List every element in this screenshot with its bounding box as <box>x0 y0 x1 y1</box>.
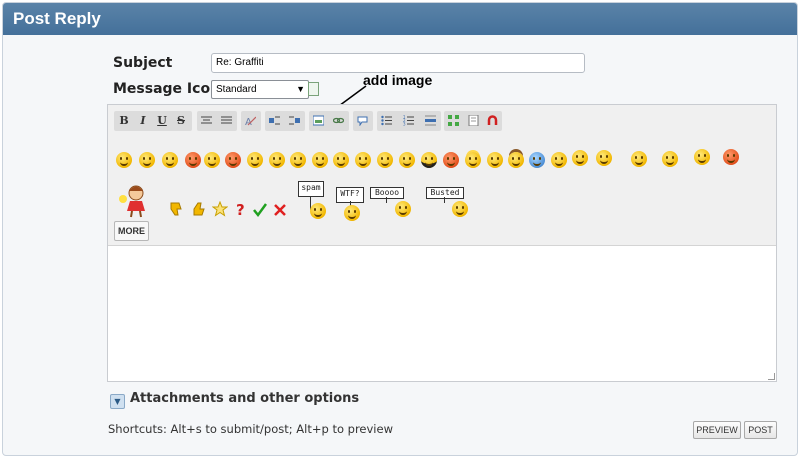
surprised-icon[interactable] <box>333 152 349 168</box>
editor-toolbar: B I U S A 123 ? spam WTF? Boooo Busted M… <box>108 105 776 246</box>
fullscreen-icon[interactable] <box>448 115 459 126</box>
message-editor[interactable]: B I U S A 123 ? spam WTF? Boooo Busted M… <box>107 104 777 382</box>
frown-icon[interactable] <box>204 152 220 168</box>
remove-format-icon[interactable]: A <box>245 115 256 126</box>
bunny-icon[interactable] <box>596 150 612 166</box>
waving-icon[interactable] <box>662 151 678 167</box>
wtf-sign-icon[interactable]: WTF? <box>334 185 366 221</box>
devil-icon[interactable] <box>443 152 459 168</box>
extra-group <box>444 111 502 131</box>
subject-input[interactable]: Re: Graffiti <box>211 53 585 73</box>
busted-sign-text: Busted <box>426 187 464 199</box>
smile-icon[interactable] <box>116 152 132 168</box>
resize-handle[interactable] <box>768 373 775 380</box>
chevron-down-icon: ▼ <box>296 84 305 94</box>
boooo-sign-text: Boooo <box>370 187 404 199</box>
underline-button[interactable]: U <box>153 112 171 130</box>
reading-icon[interactable] <box>694 149 710 165</box>
insert-group <box>309 111 349 131</box>
guitar-icon[interactable] <box>572 150 588 166</box>
list-group: 123 <box>377 111 441 131</box>
cool-icon[interactable] <box>421 152 437 168</box>
check-icon[interactable] <box>252 202 268 218</box>
quote-group <box>353 111 373 131</box>
mad-icon[interactable] <box>225 152 241 168</box>
furious-icon[interactable] <box>723 149 739 165</box>
align-group <box>197 111 237 131</box>
nerd-icon[interactable] <box>551 152 567 168</box>
panel-title: Post Reply <box>3 3 797 35</box>
shortcuts-text: Shortcuts: Alt+s to submit/post; Alt+p t… <box>108 422 393 436</box>
message-icon-select[interactable]: Standard ▼ <box>211 80 309 99</box>
format-group: A <box>241 111 261 131</box>
numbered-list-icon[interactable]: 123 <box>403 115 414 126</box>
cross-icon[interactable] <box>273 203 287 217</box>
cheerleader-icon[interactable] <box>116 183 152 219</box>
boooo-sign-icon[interactable]: Boooo <box>370 185 418 219</box>
sick-icon[interactable] <box>487 152 503 168</box>
thumbs-down-icon[interactable] <box>168 201 184 217</box>
cold-icon[interactable] <box>529 152 545 168</box>
thinking-icon[interactable] <box>269 152 285 168</box>
post-button[interactable]: POST <box>744 421 777 439</box>
italic-button[interactable]: I <box>134 112 152 130</box>
document-icon <box>308 82 319 96</box>
angel-icon[interactable] <box>465 152 481 168</box>
shush-icon[interactable] <box>290 152 306 168</box>
insert-link-icon[interactable] <box>333 115 344 126</box>
sleepy-icon[interactable] <box>399 152 415 168</box>
align-center-icon[interactable] <box>201 115 212 126</box>
add-image-annotation: add image <box>363 72 433 88</box>
outdent-icon[interactable] <box>269 115 280 126</box>
grin-icon[interactable] <box>139 152 155 168</box>
attachments-toggle[interactable]: Attachments and other options <box>130 391 359 406</box>
bold-button[interactable]: B <box>115 112 133 130</box>
teeth-icon[interactable] <box>355 152 371 168</box>
chevron-down-icon[interactable]: ▼ <box>110 394 125 409</box>
confused-icon[interactable] <box>312 152 328 168</box>
strikethrough-button[interactable]: S <box>172 112 190 130</box>
message-icon-label: Message Icon <box>113 81 221 97</box>
spam-sign-text: spam <box>298 181 324 197</box>
star-icon[interactable] <box>212 201 228 217</box>
busted-sign-icon[interactable]: Busted <box>426 185 468 219</box>
subject-label: Subject <box>113 55 173 71</box>
bullet-list-icon[interactable] <box>381 115 392 126</box>
horizontal-rule-icon[interactable] <box>425 115 436 126</box>
source-icon[interactable] <box>468 115 479 126</box>
svg-text:3: 3 <box>403 122 406 127</box>
wink-icon[interactable] <box>162 152 178 168</box>
tongue-icon[interactable] <box>377 152 393 168</box>
quote-icon[interactable] <box>357 115 368 126</box>
question-icon[interactable]: ? <box>235 201 247 217</box>
indent-icon[interactable] <box>289 115 300 126</box>
magnet-icon[interactable] <box>487 115 498 126</box>
svg-text:?: ? <box>236 201 245 217</box>
justify-icon[interactable] <box>221 115 232 126</box>
preview-button[interactable]: PREVIEW <box>693 421 741 439</box>
more-smilies-button[interactable]: MORE <box>114 221 149 241</box>
message-icon-value: Standard <box>216 84 257 95</box>
layout-group <box>265 111 305 131</box>
insert-image-icon[interactable] <box>313 115 324 126</box>
thumbs-up-icon[interactable] <box>191 201 207 217</box>
blush-icon[interactable] <box>247 152 263 168</box>
text-format-group: B I U S <box>114 111 192 131</box>
angry-icon[interactable] <box>185 152 201 168</box>
spam-sign-icon[interactable]: spam <box>296 179 328 219</box>
cowboy-icon[interactable] <box>508 152 524 168</box>
drinking-icon[interactable] <box>631 151 647 167</box>
